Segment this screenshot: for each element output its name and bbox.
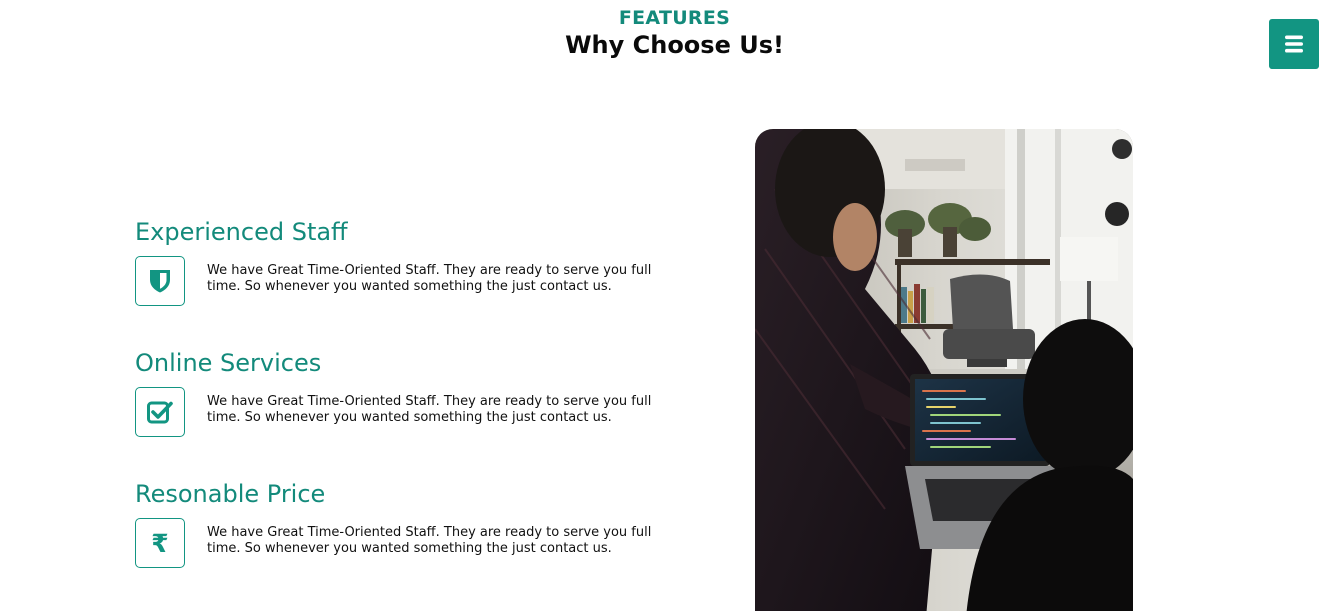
check-square-icon [135,387,185,437]
feature-resonable-price: Resonable Price ₹ We have Great Time-Ori… [135,479,695,570]
feature-online-services: Online Services We have Great Time-Orien… [135,348,695,439]
feature-title: Online Services [135,349,322,377]
section-header: FEATURES Why Choose Us! [0,6,1339,60]
feature-description: We have Great Time-Oriented Staff. They … [207,525,652,556]
shield-icon [135,256,185,306]
menu-button[interactable] [1269,19,1319,69]
rupee-icon: ₹ [135,518,185,568]
team-laptop-photo [755,129,1133,611]
feature-title: Experienced Staff [135,218,348,246]
feature-title: Resonable Price [135,480,326,508]
section-title: Why Choose Us! [565,31,784,59]
feature-description: We have Great Time-Oriented Staff. They … [207,394,652,425]
hamburger-menu-icon [1285,35,1303,53]
feature-description: We have Great Time-Oriented Staff. They … [207,263,652,294]
feature-experienced-staff: Experienced Staff We have Great Time-Ori… [135,217,695,308]
why-choose-us-section: FEATURES Why Choose Us! Experienced Staf… [0,0,1339,611]
section-eyebrow: FEATURES [618,7,731,29]
